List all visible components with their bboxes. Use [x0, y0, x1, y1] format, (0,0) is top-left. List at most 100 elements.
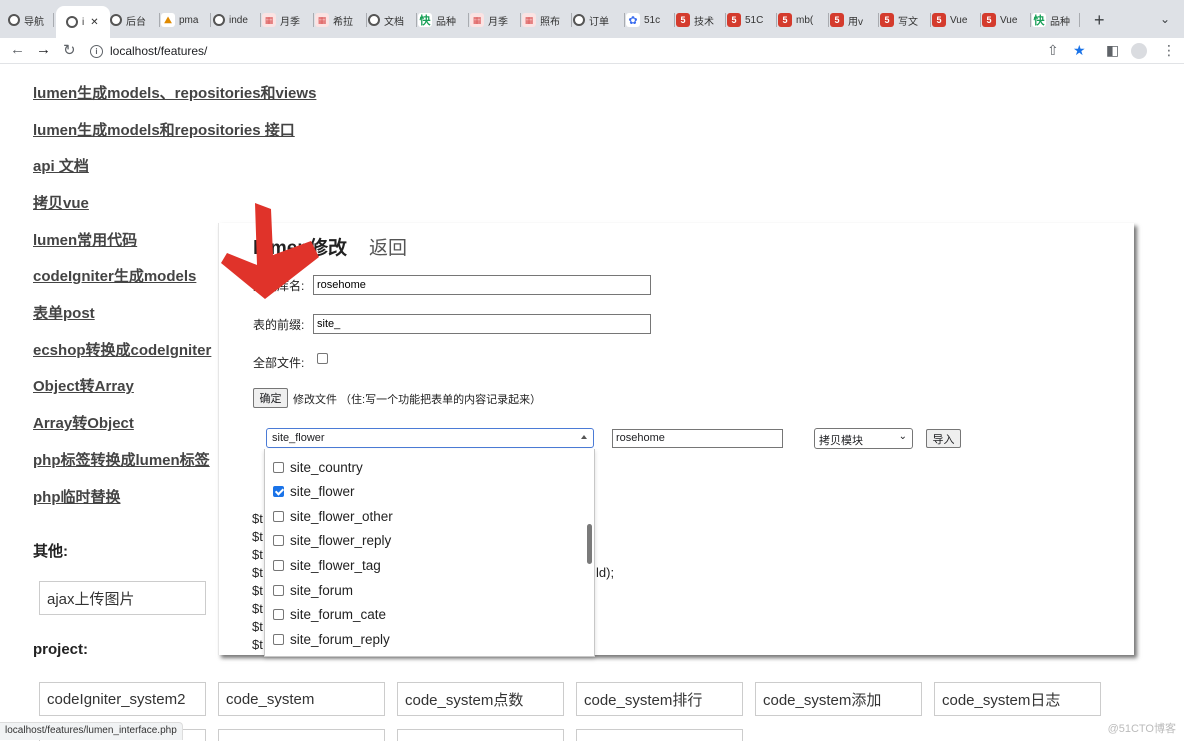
nav-link[interactable]: 表单post [33, 302, 95, 323]
browser-tab[interactable]: ⛰ pma [161, 8, 211, 32]
db-name-input[interactable]: rosehome [313, 275, 651, 295]
browser-tab[interactable]: 快品种 [418, 8, 469, 32]
project-button-partial[interactable] [397, 729, 564, 741]
dropdown-option[interactable]: site_flower_tag [273, 553, 381, 577]
project-button-partial[interactable] [576, 729, 743, 741]
tab-label: 品种 [1050, 16, 1070, 28]
option-checkbox[interactable] [273, 486, 284, 498]
project-button[interactable]: code_system [218, 682, 385, 716]
nav-link[interactable]: Object转Array [33, 375, 134, 396]
nav-link[interactable]: 拷贝vue [33, 192, 89, 213]
tab-label: i [82, 16, 85, 28]
dropdown-scrollbar[interactable] [587, 524, 592, 564]
confirm-button[interactable]: 确定 [253, 388, 288, 408]
browser-tab[interactable]: 5 用v [830, 8, 879, 32]
browser-tab[interactable]: ✿ 51c [626, 8, 675, 32]
project-button[interactable]: code_system排行 [576, 682, 743, 716]
option-checkbox[interactable] [273, 535, 284, 547]
browser-tab[interactable]: ▦ 月季 [470, 8, 521, 32]
option-checkbox[interactable] [273, 609, 284, 621]
close-tab-icon[interactable]: ✕ [90, 17, 98, 28]
browser-tab[interactable]: 订单 [573, 8, 625, 32]
profile-avatar-icon[interactable] [1131, 43, 1147, 59]
browser-toolbar: ← → ↻ i localhost/features/ ⇧ ★ ◧ ⋮ [0, 38, 1184, 64]
nav-link[interactable]: Array转Object [33, 412, 134, 433]
project-button-partial[interactable] [218, 729, 385, 741]
option-checkbox[interactable] [273, 584, 284, 596]
project-button[interactable]: code_system日志 [934, 682, 1101, 716]
share-icon[interactable]: ⇧ [1047, 42, 1059, 59]
dropdown-option[interactable]: site_flower_reply [273, 529, 391, 553]
browser-tab[interactable]: 导航 [8, 8, 54, 32]
module-select[interactable]: 拷贝模块 ⌄ [814, 428, 913, 449]
dropdown-option[interactable]: site_forum [273, 578, 353, 602]
nav-link[interactable]: php标签转换成lumen标签 [33, 449, 210, 470]
project-button[interactable]: codeIgniter_system2 [39, 682, 206, 716]
nav-link[interactable]: php临时替换 [33, 486, 121, 507]
tab-label: 写文 [898, 16, 918, 28]
tab-label: 用v [848, 16, 863, 28]
back-link[interactable]: 返回 [369, 233, 407, 260]
dropdown-option[interactable]: site_forum_cate [273, 603, 386, 627]
browser-tab[interactable]: ▦ 月季 [262, 8, 314, 32]
pink-favicon-icon: ▦ [315, 13, 329, 27]
dropdown-option[interactable]: site_country [273, 455, 363, 479]
browser-tab[interactable]: 5 51C [727, 8, 777, 32]
globe-favicon-icon [8, 14, 20, 26]
module-select-value: 拷贝模块 [819, 435, 863, 447]
globe-favicon-icon [213, 14, 225, 26]
browser-tab[interactable]: 快品种 [1032, 8, 1080, 32]
new-tab-button[interactable]: + [1094, 10, 1105, 31]
browser-tab[interactable]: ▦ 照布 [522, 8, 572, 32]
table-prefix-input[interactable]: site_ [313, 314, 651, 334]
option-checkbox[interactable] [273, 461, 284, 473]
tab-search-chevron-icon[interactable]: ⌄ [1160, 12, 1170, 26]
browser-tab-strip: 导航 i ✕ 后台 ⛰ pma inde ▦ 月季 ▦ 希拉 文档快品种 ▦ 月季 ▦ 照布 订单 ✿ 51c 5 技… [0, 0, 1184, 38]
all-files-checkbox[interactable] [317, 353, 328, 364]
red-favicon-icon: 5 [676, 13, 690, 27]
project-button[interactable]: code_system点数 [397, 682, 564, 716]
table-select-combobox[interactable]: site_flower [266, 428, 594, 448]
nav-link[interactable]: codeIgniter生成models [33, 265, 196, 286]
browser-tab[interactable]: 5 写文 [880, 8, 931, 32]
browser-tab[interactable]: 5 Vue [982, 8, 1031, 32]
browser-tab[interactable]: 5 mb( [778, 8, 829, 32]
reload-icon[interactable]: ↻ [63, 41, 76, 59]
side-panel-icon[interactable]: ◧ [1106, 42, 1119, 59]
pma-favicon-icon: ⛰ [161, 13, 175, 27]
browser-tab[interactable]: 文档 [368, 8, 417, 32]
forward-arrow-icon[interactable]: → [36, 41, 51, 58]
option-checkbox[interactable] [273, 559, 284, 571]
dropdown-option[interactable]: site_flower_other [273, 504, 393, 528]
option-checkbox[interactable] [273, 510, 284, 522]
tab-label: 51C [745, 14, 764, 26]
browser-tab[interactable]: 5 Vue [932, 8, 981, 32]
code-text: $t [252, 619, 263, 634]
nav-link[interactable]: lumen常用代码 [33, 229, 137, 250]
browser-tab[interactable]: inde [213, 8, 261, 32]
project-section-title: project: [33, 641, 89, 658]
target-db-input[interactable]: rosehome [612, 429, 783, 448]
dropdown-option[interactable]: site_forum_reply [273, 627, 390, 651]
browser-tab[interactable]: ▦ 希拉 [315, 8, 367, 32]
nav-link[interactable]: lumen生成models、repositories和views [33, 82, 316, 103]
option-checkbox[interactable] [273, 633, 284, 645]
browser-tab[interactable]: 5 技术 [676, 8, 726, 32]
project-button[interactable]: code_system添加 [755, 682, 922, 716]
tab-label: 希拉 [333, 16, 353, 28]
ajax-upload-button[interactable]: ajax上传图片 [39, 581, 206, 615]
bookmark-star-icon[interactable]: ★ [1073, 42, 1086, 59]
address-bar[interactable]: i localhost/features/ [90, 40, 1090, 62]
nav-link[interactable]: lumen生成models和repositories 接口 [33, 119, 295, 140]
site-info-icon[interactable]: i [90, 44, 103, 58]
back-arrow-icon[interactable]: ← [10, 41, 25, 58]
import-button[interactable]: 导入 [926, 429, 961, 448]
browser-menu-icon[interactable]: ⋮ [1162, 42, 1176, 59]
browser-tab[interactable]: i ✕ [56, 6, 110, 38]
dropdown-option[interactable]: site_flower [273, 480, 355, 504]
tab-separator [674, 13, 675, 27]
browser-tab[interactable]: 后台 [110, 8, 160, 32]
nav-link[interactable]: api 文档 [33, 155, 89, 176]
tab-separator [930, 13, 931, 27]
nav-link[interactable]: ecshop转换成codeIgniter [33, 339, 211, 360]
